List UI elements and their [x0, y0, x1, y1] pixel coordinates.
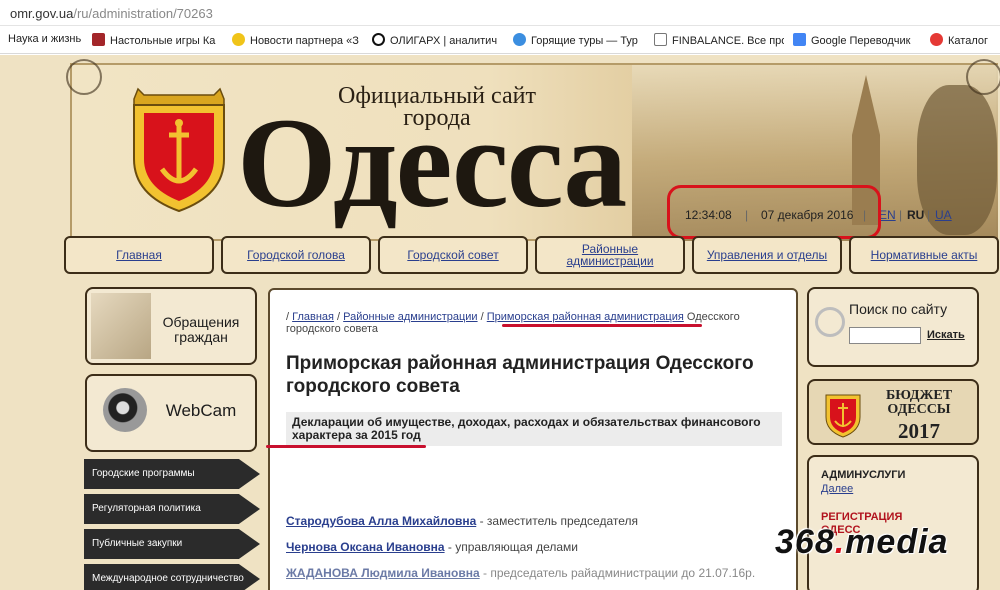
person-link[interactable]: Чернова Оксана Ивановна [286, 540, 445, 554]
crumb-home[interactable]: Главная [292, 311, 334, 323]
bookmark-icon [654, 33, 667, 46]
budget-year: 2017 [898, 419, 940, 443]
bookmark-board-games[interactable]: Настольные игры Ка [92, 33, 222, 47]
citizen-appeals-label: Обращения граждан [162, 314, 240, 345]
menu-city-programs[interactable]: Городские программы [84, 459, 260, 489]
person-link[interactable]: ЖАДАНОВА Людмила Ивановна [286, 566, 480, 580]
magnifier-icon [815, 307, 845, 337]
bookmark-nauka[interactable]: Наука и жизнь [8, 33, 88, 45]
odessa-coat-of-arms-icon [825, 394, 861, 438]
red-underline-mark [266, 445, 426, 448]
budget-banner[interactable]: БЮДЖЕТ ОДЕССЫ 2017 [807, 379, 979, 445]
admin-services-title: АДМИНУСЛУГИ [821, 469, 906, 481]
corner-ornament [66, 59, 102, 95]
person-row: ЖАДАНОВА Людмила Ивановна - председатель… [286, 566, 756, 580]
bookmark-icon [92, 33, 105, 46]
separator: | [899, 208, 903, 222]
separator: | [927, 208, 931, 222]
admin-services-more-link[interactable]: Далее [821, 483, 853, 495]
odessa-coat-of-arms-icon [133, 87, 225, 213]
watermark-logo: 368.media [775, 523, 949, 561]
lang-ua-link[interactable]: UA [935, 208, 952, 222]
main-nav: Главная Городской голова Городской совет… [62, 236, 1000, 276]
bookmark-icon [232, 33, 245, 46]
lang-ru-link[interactable]: RU [907, 208, 924, 222]
webcam-label: WebCam [165, 401, 237, 420]
budget-title: БЮДЖЕТ ОДЕССЫ [885, 388, 953, 417]
url-path: /ru/administration/70263 [73, 6, 213, 21]
nav-district-admins[interactable]: Районные администрации [535, 236, 685, 274]
breadcrumb: / Главная / Районные администрации / При… [286, 311, 740, 335]
crumb-current: Приморская районная администрация [486, 311, 684, 323]
declarations-heading: Декларации об имуществе, доходах, расход… [286, 412, 782, 446]
lang-en-link[interactable]: EN [879, 208, 896, 222]
crumb-district-admins[interactable]: Районные администрации [343, 311, 477, 323]
menu-public-procurement[interactable]: Публичные закупки [84, 529, 260, 559]
site: Официальный сайт города Одесса 12:34:08 … [0, 55, 1000, 590]
person-row: Чернова Оксана Ивановна - управляющая де… [286, 540, 578, 554]
nav-departments[interactable]: Управления и отделы [692, 236, 842, 274]
bookmark-oligarh[interactable]: ОЛИГАРХ | аналитич [372, 33, 502, 47]
url-text[interactable]: omr.gov.ua/ru/administration/70263 [10, 6, 213, 21]
bookmark-icon [793, 33, 806, 46]
bookmark-google-translate[interactable]: Google Переводчик [793, 33, 923, 47]
search-title: Поиск по сайту [849, 301, 948, 317]
corner-ornament [966, 59, 1000, 95]
site-header: Официальный сайт города Одесса 12:34:08 … [66, 59, 1000, 241]
url-host: omr.gov.ua [10, 6, 74, 21]
main-content: / Главная / Районные администрации / При… [266, 288, 798, 590]
nav-city-council[interactable]: Городской совет [378, 236, 528, 274]
red-highlight-oval [667, 185, 881, 239]
citizen-appeals-tile[interactable]: Обращения граждан [85, 287, 257, 365]
bookmark-partner-news[interactable]: Новости партнера «З [232, 33, 362, 47]
menu-international[interactable]: Международное сотрудничество [84, 564, 260, 590]
webcam-tile[interactable]: WebCam [85, 374, 257, 452]
site-search-box: Поиск по сайту Искать [807, 287, 979, 367]
webcam-icon [103, 388, 147, 432]
search-input[interactable] [849, 327, 921, 344]
bookmark-icon [372, 33, 385, 46]
person-link[interactable]: Стародубова Алла Михайловна [286, 514, 476, 528]
bookmark-icon [930, 33, 943, 46]
menu-regulatory-policy[interactable]: Регуляторная политика [84, 494, 260, 524]
bookmark-finbalance[interactable]: FINBALANCE. Все про [654, 33, 784, 47]
bookmarks-bar: Наука и жизнь Настольные игры Ка Новости… [0, 26, 1000, 54]
nav-regulations[interactable]: Нормативные акты [849, 236, 999, 274]
search-button[interactable]: Искать [927, 329, 965, 341]
site-title: Одесса [237, 92, 627, 234]
page-title: Приморская районная администрация Одесск… [286, 353, 754, 397]
bookmark-icon [513, 33, 526, 46]
bookmark-catalog[interactable]: Каталог [930, 33, 998, 47]
registration-title: РЕГИСТРАЦИЯ [821, 511, 903, 523]
nav-home[interactable]: Главная [64, 236, 214, 274]
red-underline-mark [502, 324, 702, 327]
paper-icon [91, 293, 151, 359]
address-bar[interactable]: omr.gov.ua/ru/administration/70263 [0, 0, 1000, 26]
bookmark-tours[interactable]: Горящие туры — Тур [513, 33, 643, 47]
person-row: Стародубова Алла Михайловна - заместител… [286, 514, 638, 528]
nav-city-head[interactable]: Городской голова [221, 236, 371, 274]
